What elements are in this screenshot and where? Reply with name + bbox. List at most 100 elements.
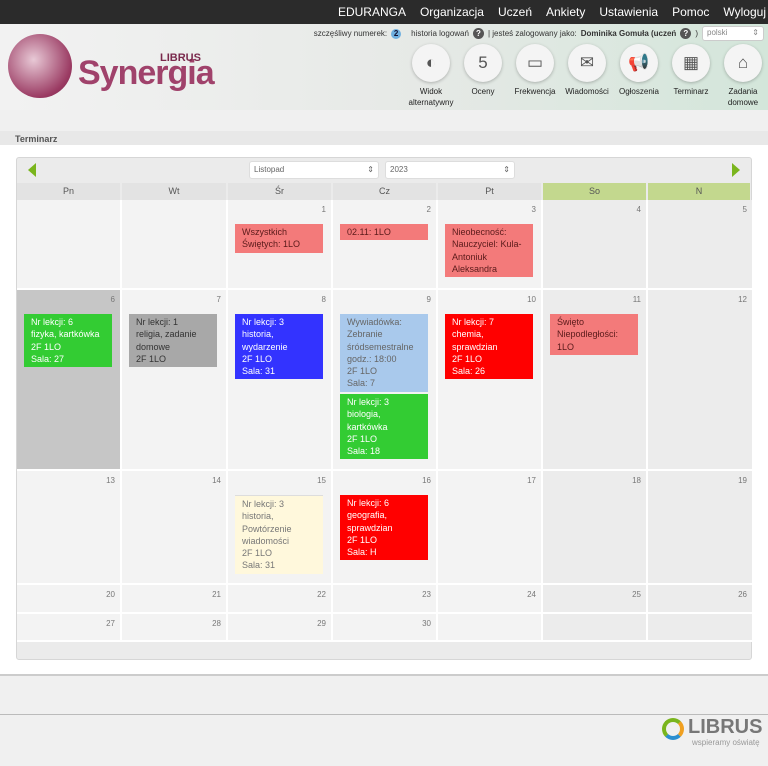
day-cell[interactable] bbox=[438, 614, 543, 642]
librus-logo-icon bbox=[662, 718, 684, 740]
day-header: N bbox=[648, 183, 750, 200]
day-cell[interactable]: 4 bbox=[543, 200, 648, 290]
day-cell[interactable]: 13 bbox=[17, 471, 122, 585]
day-cell[interactable]: 3 Nieobecność: Nauczyciel: Kula- Antoniuk… bbox=[438, 200, 543, 290]
day-cell[interactable]: 5 bbox=[648, 200, 752, 290]
day-number: 21 bbox=[212, 590, 221, 599]
calendar-event[interactable]: Wszystkich Świętych: 1LO bbox=[235, 224, 323, 253]
calendar-event[interactable]: Nr lekcji: 6 fizyka, kartkówka 2F 1LO Sa… bbox=[24, 314, 112, 368]
topnav-item[interactable]: Uczeń bbox=[498, 5, 532, 19]
paren: ) bbox=[695, 29, 698, 38]
day-number: 10 bbox=[527, 295, 536, 304]
day-cell[interactable]: 19 bbox=[648, 471, 752, 585]
day-cell[interactable]: 22 bbox=[228, 585, 333, 614]
help-icon[interactable]: ? bbox=[472, 28, 484, 39]
oceny-icon: 5 bbox=[464, 44, 502, 82]
nav-label: Zadania domowe bbox=[727, 87, 759, 107]
nav-ogłoszenia[interactable]: 📢 Ogłoszenia bbox=[613, 44, 665, 108]
day-cell[interactable] bbox=[543, 614, 648, 642]
calendar-event[interactable]: Wywiadówka: Zebranie śródsemestralne god… bbox=[340, 314, 428, 392]
day-number: 3 bbox=[531, 205, 536, 214]
header: Synergia LIBRUS szczęśliwy numerek: 2 hi… bbox=[0, 24, 768, 110]
user-name: Dominika Gomuła (uczeń bbox=[580, 29, 677, 38]
topnav-item[interactable]: Ankiety bbox=[546, 5, 585, 19]
topnav-item[interactable]: Pomoc bbox=[672, 5, 709, 19]
nav-wiadomości[interactable]: ✉ Wiadomości bbox=[561, 44, 613, 108]
calendar-event[interactable]: Nr lekcji: 7 chemia, sprawdzian 2F 1LO S… bbox=[445, 314, 533, 380]
topnav-item[interactable]: EDURANGA bbox=[338, 5, 406, 19]
day-cell[interactable]: 20 bbox=[17, 585, 122, 614]
day-cell[interactable]: 26 bbox=[648, 585, 752, 614]
day-cell[interactable]: 28 bbox=[122, 614, 228, 642]
nav-zadania-domowe[interactable]: ⌂ Zadania domowe bbox=[717, 44, 768, 108]
help-icon[interactable]: ? bbox=[680, 28, 692, 39]
day-number: 15 bbox=[317, 476, 326, 485]
day-number: 29 bbox=[317, 619, 326, 628]
top-navigation: EDURANGA Organizacja Uczeń Ankiety Ustawieni… bbox=[0, 0, 768, 24]
day-cell[interactable]: 30 bbox=[333, 614, 438, 642]
day-cell[interactable]: 2 02.11: 1LO bbox=[333, 200, 438, 290]
day-cell[interactable]: 6 Nr lekcji: 6 fizyka, kartkówka 2F 1LO S… bbox=[17, 290, 122, 471]
next-month-arrow-icon[interactable] bbox=[732, 163, 740, 177]
synergia-logo-icon bbox=[8, 34, 72, 98]
day-header: Cz bbox=[333, 183, 436, 200]
day-number: 8 bbox=[321, 295, 326, 304]
nav-frekwencja[interactable]: ▭ Frekwencja bbox=[509, 44, 561, 108]
calendar-event[interactable]: Święto Niepodległości: 1LO bbox=[550, 314, 638, 355]
language-value: polski bbox=[707, 28, 728, 37]
login-history-link[interactable]: historia logowań bbox=[411, 29, 469, 38]
day-cell[interactable]: 8 Nr lekcji: 3 historia, wydarzenie 2F 1L… bbox=[228, 290, 333, 471]
topnav-item[interactable]: Organizacja bbox=[420, 5, 484, 19]
day-cell[interactable]: 15 Nr lekcji: 3 historia, Powtórzenie wia… bbox=[228, 471, 333, 585]
language-select[interactable]: polski ⇕ bbox=[702, 26, 764, 41]
select-arrows-icon: ⇕ bbox=[503, 165, 510, 174]
calendar-event[interactable]: 02.11: 1LO bbox=[340, 224, 428, 241]
day-cell[interactable]: 18 bbox=[543, 471, 648, 585]
day-cell[interactable]: 24 bbox=[438, 585, 543, 614]
day-number: 24 bbox=[527, 590, 536, 599]
day-cell[interactable]: 9 Wywiadówka: Zebranie śródsemestralne go… bbox=[333, 290, 438, 471]
calendar-event[interactable]: Nr lekcji: 6 geografia, sprawdzian 2F 1L… bbox=[340, 495, 428, 561]
day-number: 30 bbox=[422, 619, 431, 628]
year-select[interactable]: 2023 ⇕ bbox=[385, 161, 515, 179]
topnav-item[interactable]: Ustawienia bbox=[599, 5, 658, 19]
day-cell[interactable] bbox=[122, 200, 228, 290]
calendar-event[interactable]: Nr lekcji: 1 religia, zadanie domowe 2F … bbox=[129, 314, 217, 368]
day-cell[interactable]: 29 bbox=[228, 614, 333, 642]
calendar-event[interactable]: Nieobecność: Nauczyciel: Kula- Antoniuk … bbox=[445, 224, 533, 278]
day-cell[interactable]: 11 Święto Niepodległości: 1LO bbox=[543, 290, 648, 471]
day-cell[interactable]: 1 Wszystkich Świętych: 1LO bbox=[228, 200, 333, 290]
day-cell[interactable]: 25 bbox=[543, 585, 648, 614]
day-header: Śr bbox=[228, 183, 331, 200]
day-cell[interactable]: 12 bbox=[648, 290, 752, 471]
widok-alternatywny-icon: ◐ bbox=[412, 44, 450, 82]
nav-oceny[interactable]: 5 Oceny bbox=[457, 44, 509, 108]
day-cell[interactable]: 27 bbox=[17, 614, 122, 642]
main-nav: ◐ Widok alternatywny 5 Oceny ▭ Frekwencja ✉ Wia… bbox=[405, 44, 768, 108]
day-cell[interactable]: 7 Nr lekcji: 1 religia, zadanie domowe 2F… bbox=[122, 290, 228, 471]
day-cell[interactable]: 23 bbox=[333, 585, 438, 614]
day-number: 28 bbox=[212, 619, 221, 628]
month-select[interactable]: Listopad ⇕ bbox=[249, 161, 379, 179]
nav-terminarz[interactable]: ▦ Terminarz bbox=[665, 44, 717, 108]
day-cell[interactable]: 21 bbox=[122, 585, 228, 614]
day-number: 13 bbox=[106, 476, 115, 485]
calendar-event[interactable]: Nr lekcji: 3 biologia, kartkówka 2F 1LO … bbox=[340, 394, 428, 460]
day-cell[interactable]: 16 Nr lekcji: 6 geografia, sprawdzian 2F … bbox=[333, 471, 438, 585]
nav-widok-alternatywny[interactable]: ◐ Widok alternatywny bbox=[405, 44, 457, 108]
prev-month-arrow-icon[interactable] bbox=[28, 163, 36, 177]
day-number: 23 bbox=[422, 590, 431, 599]
calendar-event[interactable]: Nr lekcji: 3 historia, wydarzenie 2F 1LO… bbox=[235, 314, 323, 380]
day-number: 11 bbox=[632, 295, 641, 304]
select-arrows-icon: ⇕ bbox=[367, 165, 374, 174]
day-number: 5 bbox=[742, 205, 747, 214]
day-cell[interactable] bbox=[17, 200, 122, 290]
day-cell[interactable]: 10 Nr lekcji: 7 chemia, sprawdzian 2F 1LO… bbox=[438, 290, 543, 471]
day-number: 1 bbox=[321, 205, 326, 214]
day-cell[interactable]: 14 bbox=[122, 471, 228, 585]
calendar-event[interactable]: Nr lekcji: 3 historia, Powtórzenie wiado… bbox=[235, 495, 323, 574]
day-cell[interactable] bbox=[648, 614, 752, 642]
day-number: 19 bbox=[738, 476, 747, 485]
topnav-item[interactable]: Wyloguj bbox=[723, 5, 766, 19]
day-cell[interactable]: 17 bbox=[438, 471, 543, 585]
